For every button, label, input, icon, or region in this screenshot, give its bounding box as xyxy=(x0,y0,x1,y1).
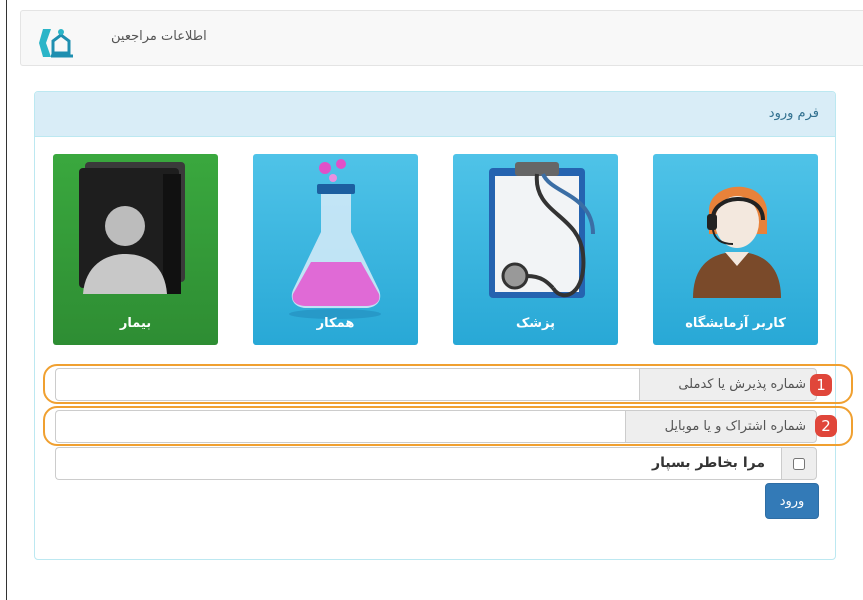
remember-me-label: مرا بخاطر بسپار xyxy=(652,455,765,471)
top-navbar: اطلاعات مراجعین xyxy=(20,10,863,66)
tile-label-colleague: همکار xyxy=(316,316,355,331)
step-marker-2: 2 xyxy=(815,415,837,437)
panel-heading: فرم ورود xyxy=(35,92,835,137)
remember-me-checkbox[interactable] xyxy=(793,458,805,470)
tile-doctor[interactable]: پزشک xyxy=(453,154,618,345)
brand-title[interactable]: اطلاعات مراجعین xyxy=(111,29,207,44)
tile-patient[interactable]: بیمار xyxy=(53,154,218,345)
login-panel: فرم ورود بیمار همکار پزشک کاربر آزمایشگا… xyxy=(34,91,836,560)
login-button[interactable]: ورود xyxy=(765,483,819,519)
step-marker-1: 1 xyxy=(810,374,832,396)
tile-colleague[interactable]: همکار xyxy=(253,154,418,345)
tile-label-lab-user: کاربر آزمایشگاه xyxy=(685,316,786,331)
page-left-border xyxy=(6,0,7,600)
remember-me-group: مرا بخاطر بسپار xyxy=(55,447,817,480)
tile-label-patient: بیمار xyxy=(119,316,152,331)
tile-lab-user[interactable]: کاربر آزمایشگاه xyxy=(653,154,818,345)
highlight-field-1 xyxy=(43,364,853,404)
panel-title: فرم ورود xyxy=(768,106,819,121)
remember-me-box: مرا بخاطر بسپار xyxy=(55,447,781,480)
remember-me-addon xyxy=(781,447,817,480)
highlight-field-2 xyxy=(43,406,853,446)
clinic-logo-icon[interactable] xyxy=(37,23,77,63)
tile-label-doctor: پزشک xyxy=(515,316,556,331)
